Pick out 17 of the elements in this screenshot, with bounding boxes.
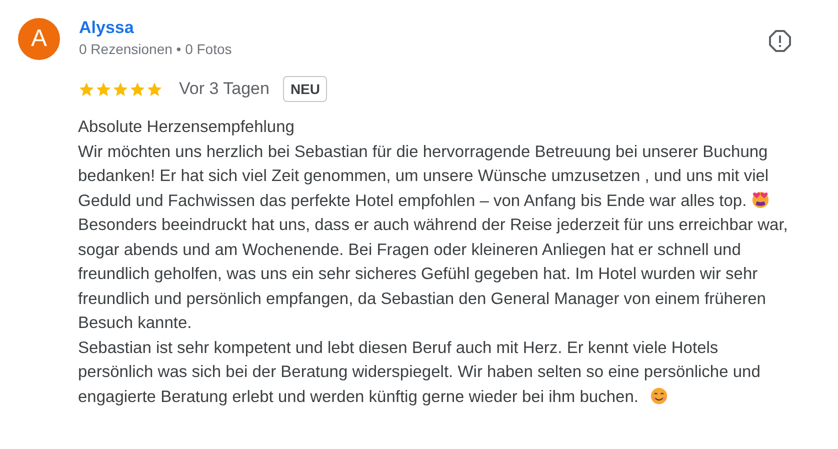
star-icon (95, 80, 112, 98)
report-icon[interactable] (768, 29, 792, 53)
avatar: A (18, 18, 60, 60)
review-paragraph: Wir möchten uns herzlich bei Sebastian für die hervorragende Betreuung bei unserer Buchung bedanken! Er hat sich viel Zeit genommen, um unsere Wünsche umzusetzen , und uns mit viel Geduld und Fachwissen das perfekte Hotel empfohlen – von Anfang bis Ende war alles top. (78, 142, 771, 212)
new-badge: NEU (283, 76, 327, 102)
star-icon (112, 80, 129, 98)
star-icon (129, 80, 146, 98)
review-paragraph: Absolute Herzensempfehlung (78, 117, 296, 138)
review-paragraph: Sebastian ist sehr kompetent und lebt diesen Beruf auch mit Herz. Er kennt viele Hotels persönlich was sich bei der Beratung widerspiegelt. Wir haben selten so eine persönliche und engagierte Beratung erlebt und werden künftig gerne wieder bei ihm buchen. (78, 338, 762, 408)
star-icon (78, 80, 95, 98)
review-date: Vor 3 Tagen (179, 78, 270, 100)
review-paragraph: Besonders beeindruckt hat uns, dass er auch während der Reise jederzeit für uns erreichbar war, sogar abends und am Wochenende. Bei Fragen oder kleineren Anliegen hat er schnell und freundlich geholfen, was uns ein sehr sicheres Gefühl gegeben hat. Im Hotel wurden wir sehr freundlich und persönlich empfangen, da Sebastian den General Manager von einem früheren Besuch kannte. (78, 215, 789, 334)
author-name[interactable]: Alyssa (79, 18, 134, 38)
heart-eyes-emoji-icon (750, 190, 770, 208)
reviewer-meta: 0 Rezensionen • 0 Fotos (79, 40, 232, 59)
star-icon (146, 80, 163, 98)
smiling-emoji-icon (650, 386, 668, 404)
